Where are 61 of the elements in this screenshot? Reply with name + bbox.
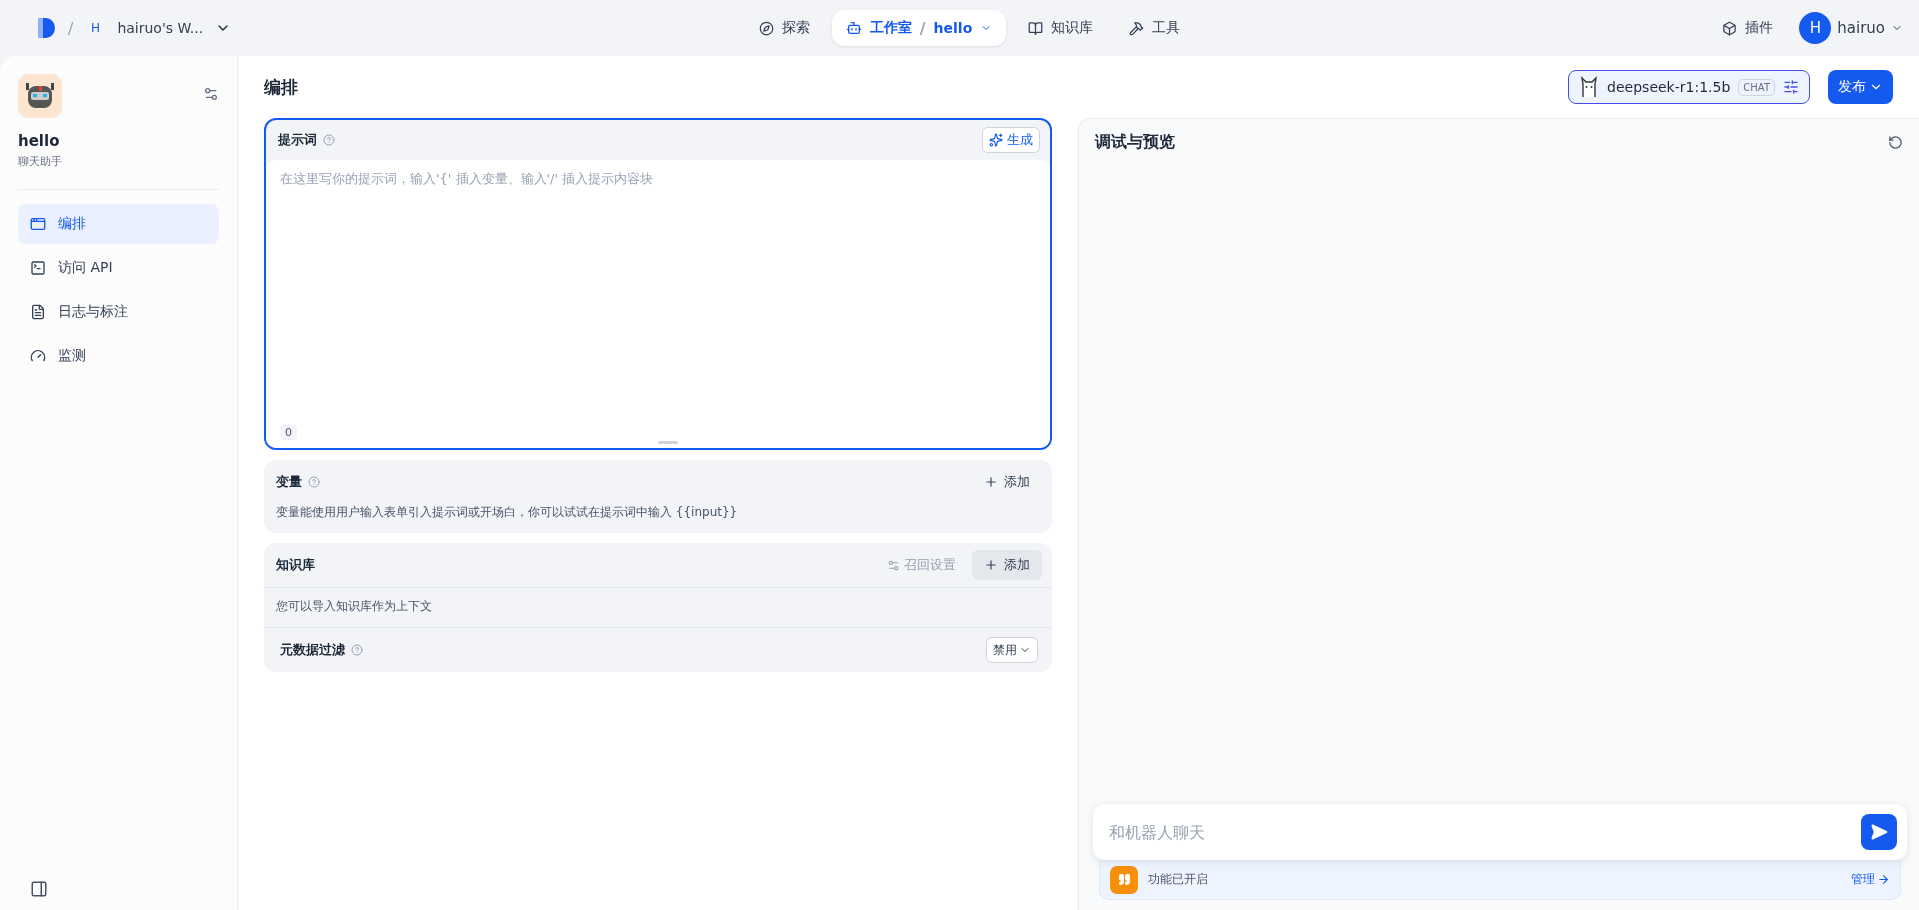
resize-handle[interactable] [658,441,678,444]
quote-mark-icon [1117,873,1131,886]
user-avatar: H [1799,12,1832,44]
sliders-icon [887,558,900,572]
workspace-name[interactable]: hairuo's W... [117,20,204,36]
variables-hint: 变量能使用用户输入表单引入提示词或开场白，你可以试试在提示词中输入 {{input}} [275,504,739,521]
model-selector[interactable]: deepseek-r1:1.5b CHAT [1568,70,1810,104]
nav-tab[interactable]: 探索 [744,10,824,46]
gauge-icon [30,348,46,364]
chat-box[interactable]: 和机器人聊天 [1093,804,1907,860]
terminal-icon [30,260,46,276]
panel-toggle-icon[interactable] [30,880,48,898]
send-button[interactable] [1861,814,1897,850]
sliders-icon[interactable] [1783,79,1799,95]
compass-icon [758,20,774,36]
user-menu[interactable]: H hairuo [1799,12,1903,44]
window-icon [30,216,46,232]
add-button[interactable]: 添加 [972,550,1042,580]
sidebar-item[interactable]: 访问 API [18,248,219,288]
arrow-right-icon [1877,873,1890,886]
panel-title: 调试与预览 [1095,131,1175,153]
nav-tab[interactable]: 工作室 / hello [831,10,1007,46]
refresh-icon[interactable] [1888,134,1903,150]
separator-slash: / [68,18,74,38]
settings-icon[interactable] [203,86,219,102]
nav-tab[interactable]: 知识库 [1014,10,1108,46]
sidebar-item[interactable]: 日志与标注 [18,292,219,332]
robot-avatar-icon [18,74,62,118]
robot-icon [845,20,862,36]
page-title: 编排 [264,75,298,99]
section-title: 提示词 [278,131,317,149]
sparkles-icon [989,133,1003,147]
publish-button[interactable]: 发布 [1828,70,1893,104]
character-count: 0 [280,425,297,440]
section-title: 变量 [276,473,302,491]
plugins-link[interactable]: 插件 [1710,19,1786,37]
plus-icon [984,558,998,572]
generate-button[interactable]: 生成 [982,127,1040,153]
sidebar-item[interactable]: 监测 [18,336,219,376]
manage-link[interactable]: 管理 [1851,871,1890,888]
plus-icon [984,475,998,489]
cube-icon [1722,20,1738,36]
filter-label: 元数据过滤 [280,641,345,659]
sidebar-item[interactable]: 编排 [18,204,219,244]
send-icon [1870,823,1888,841]
add-button[interactable]: 添加 [972,467,1042,497]
workspace-initial: H [89,20,101,37]
logo-icon[interactable] [36,17,56,39]
hammer-icon [1129,20,1145,36]
separator-slash: / [919,18,926,38]
app-title: hello [18,132,61,150]
knowledge-hint: 您可以导入知识库作为上下文 [275,598,433,615]
section-title: 知识库 [276,556,315,574]
book-icon [1028,20,1044,36]
filter-select[interactable]: 禁用 [986,637,1038,663]
app-name[interactable]: hello [933,20,973,36]
document-icon [30,304,46,320]
nav-tab[interactable]: 工具 [1115,10,1195,46]
features-status: 功能已开启 [1148,871,1209,888]
model-tag: CHAT [1738,78,1775,96]
app-type: 聊天助手 [18,154,63,169]
